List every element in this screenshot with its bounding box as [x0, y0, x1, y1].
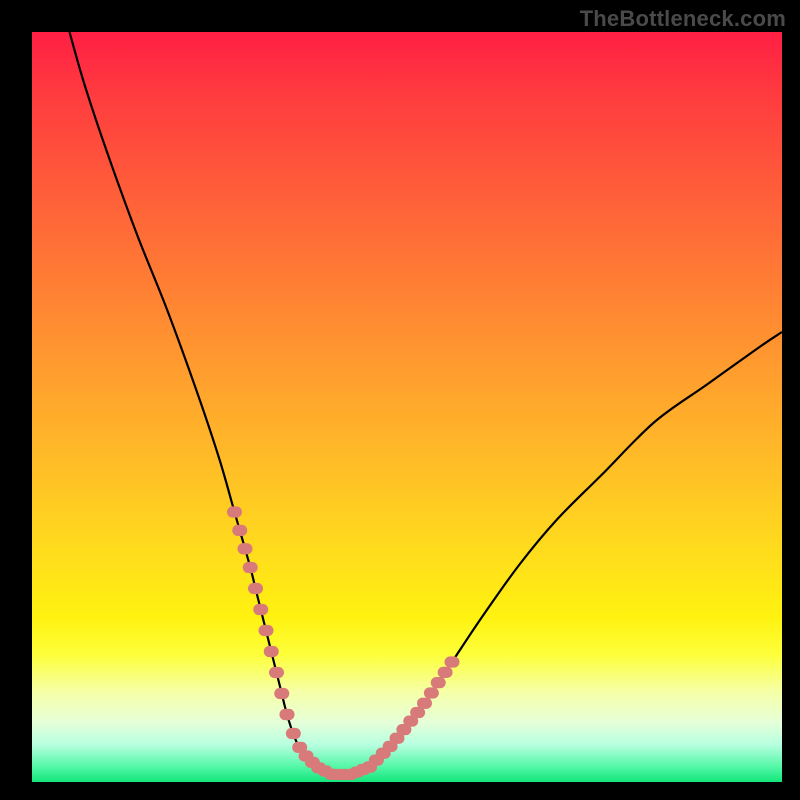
- curve-dot: [438, 667, 453, 678]
- plot-area: [32, 32, 782, 782]
- curve-dot: [269, 667, 284, 678]
- curve-dot: [445, 656, 460, 667]
- curve-dot: [248, 583, 263, 594]
- curve-dot: [274, 688, 289, 699]
- watermark-text: TheBottleneck.com: [580, 6, 786, 32]
- chart-frame: TheBottleneck.com: [0, 0, 800, 800]
- curve-dot: [227, 506, 242, 517]
- bottleneck-curve-svg: [32, 32, 782, 782]
- curve-dot: [232, 525, 247, 536]
- curve-dot: [264, 646, 279, 657]
- curve-dot: [280, 709, 295, 720]
- curve-dot: [253, 604, 268, 615]
- curve-dot: [424, 687, 439, 698]
- data-dots: [227, 506, 460, 780]
- curve-dot: [238, 543, 253, 554]
- bottleneck-curve-path: [70, 32, 783, 775]
- curve-dot: [417, 698, 432, 709]
- curve-dot: [243, 562, 258, 573]
- curve-dot: [286, 728, 301, 739]
- curve-dot: [431, 677, 446, 688]
- curve-dot: [259, 625, 274, 636]
